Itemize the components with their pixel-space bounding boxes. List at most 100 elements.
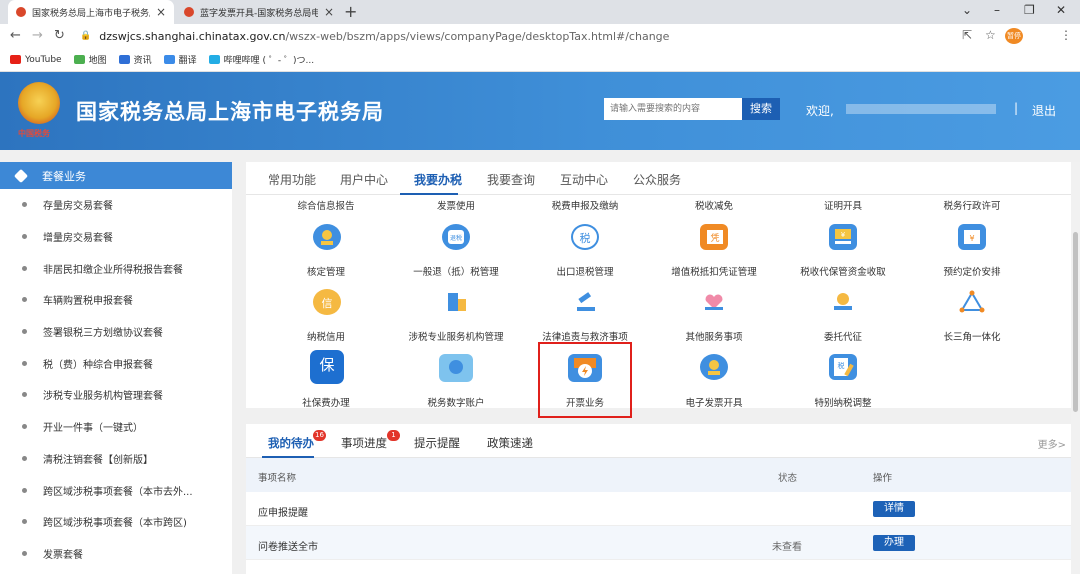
search-button[interactable]: 搜索 xyxy=(742,98,780,120)
tab-interaction[interactable]: 互动中心 xyxy=(560,171,608,188)
star-icon[interactable]: ☆ xyxy=(985,28,996,42)
service-item-label[interactable]: 税收减免 xyxy=(654,198,774,212)
service-item-label[interactable]: 社保费办理 xyxy=(266,395,386,409)
service-item-label[interactable]: 证明开具 xyxy=(783,198,903,212)
active-tab-indicator xyxy=(400,193,458,195)
tab-search-chevron-icon[interactable]: ⌄ xyxy=(962,3,972,17)
bookmark-news[interactable]: 资讯 xyxy=(118,53,152,66)
handle-button[interactable]: 办理 xyxy=(873,535,915,551)
service-item-label[interactable]: 长三角一体化 xyxy=(912,329,1032,343)
highlight-box xyxy=(538,342,632,418)
fund-custody-icon[interactable]: ¥ xyxy=(829,224,857,250)
building-icon[interactable] xyxy=(442,289,470,315)
profile-avatar[interactable]: 暂停 xyxy=(1005,28,1023,44)
browser-tab-active[interactable]: 国家税务总局上海市电子税务局 × xyxy=(8,0,174,24)
address-bar: ← → ↻ 🔒 dzswjcs.shanghai.chinatax.gov.cn… xyxy=(0,24,1080,48)
sidebar-item[interactable]: 车辆购置税申报套餐 xyxy=(0,284,232,316)
service-item-label[interactable]: 电子发票开具 xyxy=(654,395,774,409)
new-tab-button[interactable]: + xyxy=(344,2,357,21)
package-icon xyxy=(13,168,29,183)
stamp-icon[interactable] xyxy=(313,224,341,250)
sidebar-item[interactable]: 非居民扣缴企业所得税报告套餐 xyxy=(0,252,232,284)
tab-common[interactable]: 常用功能 xyxy=(268,171,316,188)
reload-icon[interactable]: ↻ xyxy=(54,28,65,43)
scrollbar-thumb[interactable] xyxy=(1073,232,1078,412)
sidebar-item[interactable]: 跨区域涉税事项套餐（本市跨区) xyxy=(0,506,232,538)
service-item-label[interactable]: 发票使用 xyxy=(396,198,516,212)
sidebar-item[interactable]: 开业一件事（一键式） xyxy=(0,411,232,443)
service-item-label[interactable]: 委托代征 xyxy=(783,329,903,343)
service-item-label[interactable]: 税费申报及缴纳 xyxy=(525,198,645,212)
tab-user-center[interactable]: 用户中心 xyxy=(340,171,388,188)
digital-account-icon[interactable] xyxy=(439,354,473,382)
sidebar-item-label: 发票套餐 xyxy=(43,549,83,561)
service-item-label[interactable]: 预约定价安排 xyxy=(912,264,1032,278)
logout-link[interactable]: 退出 xyxy=(1032,102,1056,119)
tab-public-service[interactable]: 公众服务 xyxy=(633,171,681,188)
service-item-label[interactable]: 税务行政许可 xyxy=(912,198,1032,212)
page-scrollbar[interactable] xyxy=(1071,162,1080,574)
back-arrow-icon[interactable]: ← xyxy=(10,28,21,43)
service-item-label[interactable]: 其他服务事项 xyxy=(654,329,774,343)
close-icon[interactable]: × xyxy=(324,5,334,19)
service-item-label[interactable]: 综合信息报告 xyxy=(266,198,386,212)
close-icon[interactable]: × xyxy=(156,5,166,19)
minimize-icon[interactable]: – xyxy=(994,3,1000,17)
tab-progress[interactable]: 事项进度 xyxy=(341,435,387,451)
more-link[interactable]: 更多> xyxy=(1038,436,1066,451)
gavel-icon[interactable] xyxy=(571,289,599,315)
sidebar-item[interactable]: 税（费）种综合申报套餐 xyxy=(0,347,232,379)
service-item-label[interactable]: 特别纳税调整 xyxy=(783,395,903,409)
forward-arrow-icon[interactable]: → xyxy=(32,28,43,43)
bookmark-translate[interactable]: 翻译 xyxy=(163,53,197,66)
restore-icon[interactable]: ❐ xyxy=(1024,3,1035,17)
sidebar-header[interactable]: 套餐业务 xyxy=(0,162,232,189)
tab-my-todo[interactable]: 我的待办 xyxy=(268,435,314,451)
share-icon[interactable]: ⇱ xyxy=(962,28,972,42)
bookmark-map[interactable]: 地图 xyxy=(73,53,107,66)
calendar-icon[interactable]: ¥ xyxy=(958,224,986,250)
search-input[interactable] xyxy=(604,98,742,120)
e-invoice-icon[interactable] xyxy=(700,354,728,380)
bookmark-bilibili[interactable]: 哔哩哔哩 ( ゜- ゜)つ... xyxy=(208,53,314,66)
delegate-icon[interactable] xyxy=(829,289,857,315)
special-adjust-icon[interactable]: 税 xyxy=(829,354,857,380)
triangle-network-icon[interactable] xyxy=(958,289,986,315)
sidebar-item[interactable]: 涉税专业服务机构管理套餐 xyxy=(0,379,232,411)
credit-icon[interactable]: 信 xyxy=(313,289,341,315)
service-item-label[interactable]: 核定管理 xyxy=(266,264,386,278)
service-item-label[interactable]: 增值税抵扣凭证管理 xyxy=(654,264,774,278)
tab-query[interactable]: 我要查询 xyxy=(487,171,535,188)
sidebar-item[interactable]: 签署银税三方划缴协议套餐 xyxy=(0,316,232,348)
export-refund-icon[interactable]: 税 xyxy=(571,224,599,250)
url-field[interactable]: 🔒 dzswjcs.shanghai.chinatax.gov.cn/wszx-… xyxy=(80,28,960,44)
social-security-icon[interactable]: 保 xyxy=(310,350,344,384)
tab-reminders[interactable]: 提示提醒 xyxy=(414,435,460,451)
browser-tab[interactable]: 蓝字发票开具-国家税务总局电子 × xyxy=(176,0,342,24)
bullet-icon xyxy=(22,360,27,366)
sidebar-item[interactable]: 清税注销套餐【创新版】 xyxy=(0,443,232,475)
sidebar-item[interactable]: 跨区域涉税事项套餐（本市去外... xyxy=(0,474,232,506)
tax-refund-icon[interactable]: 退税 xyxy=(442,224,470,250)
service-item-label[interactable]: 纳税信用 xyxy=(266,329,386,343)
service-item-label[interactable]: 出口退税管理 xyxy=(525,264,645,278)
service-item-label[interactable]: 涉税专业服务机构管理 xyxy=(396,329,516,343)
service-item-label[interactable]: 税收代保管资金收取 xyxy=(783,264,903,278)
service-item-label[interactable]: 税务数字账户 xyxy=(396,395,516,409)
bookmark-youtube[interactable]: YouTube xyxy=(10,55,62,65)
heart-hand-icon[interactable] xyxy=(700,289,728,315)
voucher-icon[interactable]: 凭 xyxy=(700,224,728,250)
window-close-icon[interactable]: ✕ xyxy=(1056,3,1066,17)
details-button[interactable]: 详情 xyxy=(873,501,915,517)
sidebar-item[interactable]: 增量房交易套餐 xyxy=(0,221,232,253)
sidebar-item[interactable]: 发票套餐 xyxy=(0,538,232,570)
tab-policy[interactable]: 政策速递 xyxy=(487,435,533,451)
service-item-label[interactable]: 一般退（抵）税管理 xyxy=(396,264,516,278)
bookmark-label: 翻译 xyxy=(178,56,197,66)
column-header-status: 状态 xyxy=(778,473,798,484)
more-vert-icon[interactable]: ⋮ xyxy=(1060,28,1072,42)
tab-tax-handling[interactable]: 我要办税 xyxy=(414,171,462,188)
service-item-label[interactable]: 法律追责与救济事项 xyxy=(525,329,645,343)
sidebar-item[interactable]: 存量房交易套餐 xyxy=(0,189,232,221)
sidebar-item-label: 签署银税三方划缴协议套餐 xyxy=(43,328,163,340)
